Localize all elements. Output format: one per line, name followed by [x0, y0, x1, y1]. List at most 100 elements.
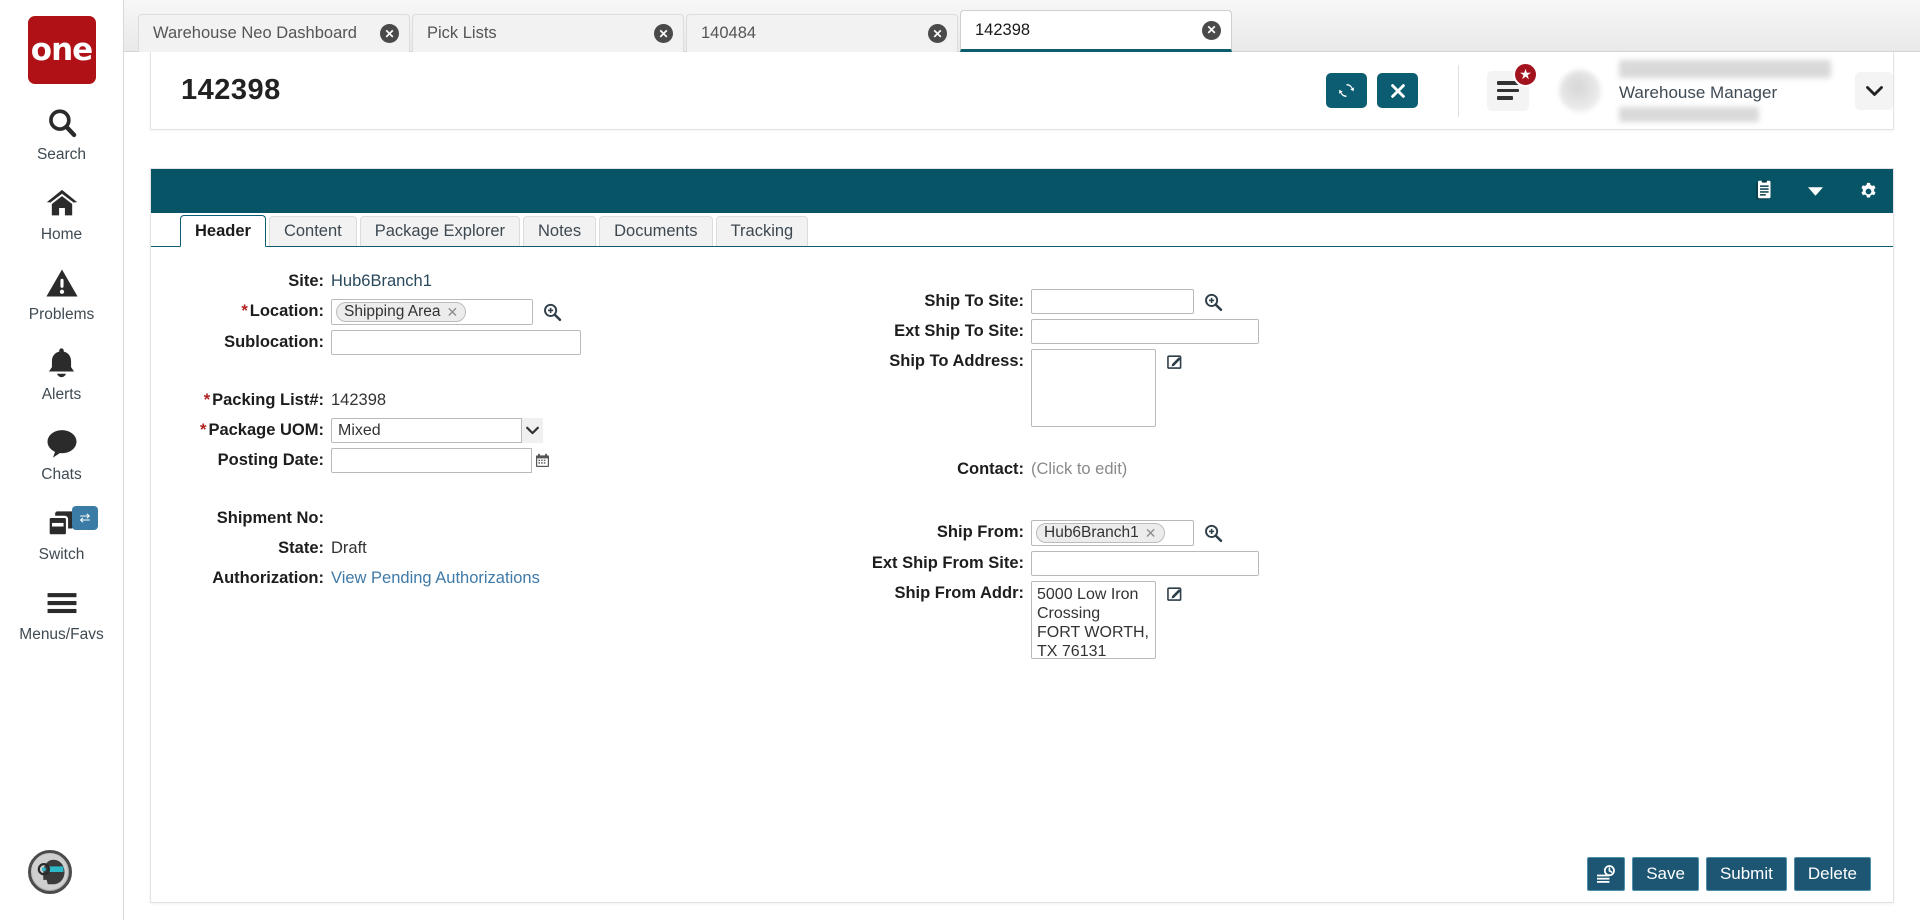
- sidebar-item-home[interactable]: Home: [0, 184, 123, 244]
- refresh-button[interactable]: [1326, 73, 1367, 108]
- gear-icon[interactable]: [1858, 181, 1879, 202]
- caret-down-icon[interactable]: [1807, 186, 1824, 197]
- browser-tab-warehouse-neo-dashboard[interactable]: Warehouse Neo Dashboard ✕: [138, 14, 410, 52]
- favorites-menu[interactable]: ★: [1487, 61, 1538, 111]
- calendar-icon[interactable]: [531, 448, 553, 473]
- form-spacer: [151, 478, 851, 506]
- sidebar-item-menus-favs[interactable]: Menus/Favs: [0, 584, 123, 644]
- app-logo[interactable]: one: [27, 16, 96, 84]
- left-navigation-rail: one Search Home Problems Alerts Chats ⇄ …: [0, 0, 124, 920]
- history-button[interactable]: [1587, 857, 1626, 891]
- sidebar-item-problems[interactable]: Problems: [0, 264, 123, 324]
- field-packing-list: * Packing List#: 142398: [151, 388, 851, 413]
- browser-tab-pick-lists[interactable]: Pick Lists ✕: [412, 14, 684, 52]
- browser-tab-140484[interactable]: 140484 ✕: [686, 14, 958, 52]
- chip-label: Shipping Area: [344, 303, 441, 320]
- page-title: 142398: [181, 74, 281, 106]
- clipboard-document-icon[interactable]: [1754, 180, 1773, 202]
- field-ship-from: Ship From: Hub6Branch1 ✕: [851, 520, 1551, 546]
- close-x-icon[interactable]: ✕: [1145, 525, 1157, 542]
- magnifier-plus-icon[interactable]: [1202, 520, 1224, 545]
- field-location: * Location: Shipping Area ✕: [151, 299, 851, 325]
- location-chip[interactable]: Shipping Area ✕: [336, 302, 467, 322]
- field-label-text: Location:: [249, 302, 324, 320]
- tab-package-explorer[interactable]: Package Explorer: [359, 216, 520, 246]
- delete-button[interactable]: Delete: [1793, 857, 1871, 891]
- swap-arrows-icon[interactable]: ⇄: [72, 506, 98, 530]
- view-pending-authorizations-link[interactable]: View Pending Authorizations: [331, 566, 540, 591]
- ext-ship-from-site-input[interactable]: [1031, 551, 1259, 576]
- tab-strip: Warehouse Neo Dashboard ✕ Pick Lists ✕ 1…: [124, 0, 1920, 52]
- package-uom-select[interactable]: [331, 418, 543, 443]
- refresh-icon: [1337, 81, 1356, 100]
- magnifier-plus-icon[interactable]: [1202, 289, 1224, 314]
- field-ship-from-addr: Ship From Addr: 5000 Low Iron Crossing F…: [851, 581, 1551, 659]
- sidebar-item-label-home: Home: [40, 226, 83, 243]
- field-label-shipment-no: Shipment No:: [216, 509, 324, 527]
- ship-to-address-textarea[interactable]: [1031, 349, 1156, 427]
- sublocation-input[interactable]: [331, 330, 581, 355]
- sidebar-item-label-menus-favs: Menus/Favs: [19, 626, 104, 643]
- sidebar-item-search[interactable]: Search: [0, 104, 123, 164]
- field-label-ship-from: Ship From:: [936, 523, 1024, 541]
- submit-button[interactable]: Submit: [1705, 857, 1787, 891]
- required-marker: *: [241, 302, 248, 320]
- ship-from-input[interactable]: Hub6Branch1 ✕: [1031, 520, 1194, 546]
- form-tab-bar: Header Content Package Explorer Notes Do…: [151, 213, 1893, 247]
- save-button[interactable]: Save: [1632, 857, 1699, 891]
- card-toolbar: [151, 169, 1893, 213]
- location-input[interactable]: Shipping Area ✕: [331, 299, 533, 325]
- close-x-icon[interactable]: ✕: [447, 304, 459, 321]
- close-icon[interactable]: ✕: [654, 24, 673, 43]
- chat-bubble-icon: [45, 424, 79, 462]
- magnifier-plus-icon[interactable]: [541, 299, 563, 324]
- close-icon[interactable]: ✕: [928, 24, 947, 43]
- chevron-down-icon[interactable]: [1855, 71, 1893, 110]
- sidebar-item-chats[interactable]: Chats: [0, 424, 123, 484]
- posting-date-field[interactable]: [331, 448, 553, 473]
- ship-from-addr-textarea[interactable]: 5000 Low Iron Crossing FORT WORTH, TX 76…: [1031, 581, 1156, 659]
- browser-tab-142398[interactable]: 142398 ✕: [960, 10, 1232, 52]
- tab-header[interactable]: Header: [180, 215, 266, 247]
- contact-click-to-edit[interactable]: (Click to edit): [1031, 457, 1127, 482]
- assistant-avatar[interactable]: [28, 850, 72, 894]
- sidebar-item-alerts[interactable]: Alerts: [0, 344, 123, 404]
- tab-label: Notes: [538, 222, 582, 240]
- chevron-down-icon[interactable]: [521, 418, 543, 443]
- edit-pencil-icon[interactable]: [1164, 581, 1186, 606]
- field-label-packing-list: * Packing List#:: [151, 388, 331, 413]
- required-marker: *: [203, 391, 211, 409]
- posting-date-input[interactable]: [331, 448, 553, 473]
- ext-ship-to-site-input[interactable]: [1031, 319, 1259, 344]
- ship-to-site-input[interactable]: [1031, 289, 1194, 314]
- user-org-redacted: [1619, 106, 1759, 122]
- required-marker: *: [200, 421, 207, 439]
- close-button[interactable]: [1377, 73, 1418, 108]
- field-label-state: State:: [278, 539, 324, 557]
- field-label-ship-from-addr: Ship From Addr:: [894, 584, 1024, 602]
- close-icon[interactable]: ✕: [1202, 20, 1221, 40]
- field-ext-ship-to-site: Ext Ship To Site:: [851, 319, 1551, 344]
- page-header: 142398 ★ Warehouse Manager: [150, 52, 1894, 130]
- user-profile[interactable]: Warehouse Manager: [1559, 59, 1831, 122]
- field-label-ship-to-address: Ship To Address:: [889, 352, 1024, 370]
- tab-documents[interactable]: Documents: [599, 216, 713, 246]
- form-area: Site: Hub6Branch1 * Location: Shipping Ar…: [151, 247, 1893, 881]
- tab-notes[interactable]: Notes: [523, 216, 597, 246]
- package-uom-value[interactable]: [331, 418, 543, 443]
- tab-content[interactable]: Content: [268, 216, 357, 246]
- tab-label: Content: [283, 222, 342, 240]
- form-spacer: [151, 360, 851, 388]
- field-site: Site: Hub6Branch1: [151, 269, 851, 294]
- robot-head-icon: [32, 854, 68, 890]
- sidebar-item-switch[interactable]: ⇄ Switch: [0, 504, 123, 564]
- close-icon[interactable]: ✕: [380, 24, 399, 43]
- tab-tracking[interactable]: Tracking: [715, 216, 809, 246]
- ship-from-chip[interactable]: Hub6Branch1 ✕: [1036, 523, 1165, 543]
- edit-pencil-icon[interactable]: [1164, 349, 1186, 374]
- record-card: Header Content Package Explorer Notes Do…: [150, 168, 1894, 903]
- field-label-ext-ship-from-site: Ext Ship From Site:: [871, 554, 1024, 572]
- field-ship-to-site: Ship To Site:: [851, 289, 1551, 314]
- chip-label: Hub6Branch1: [1044, 524, 1139, 541]
- browser-tab-title: Warehouse Neo Dashboard: [153, 24, 357, 42]
